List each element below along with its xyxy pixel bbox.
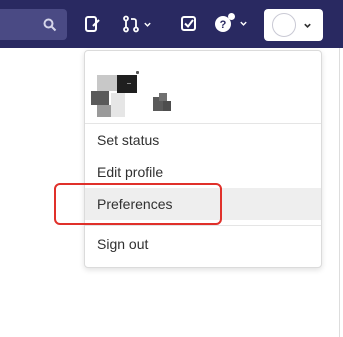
chevron-down-icon xyxy=(304,23,311,28)
search-box[interactable] xyxy=(0,9,67,40)
menu-item-set-status[interactable]: Set status xyxy=(85,124,321,156)
menu-item-label: Sign out xyxy=(97,236,149,252)
issues-button[interactable] xyxy=(180,12,198,36)
merge-request-icon xyxy=(123,15,139,33)
menu-item-sign-out[interactable]: Sign out xyxy=(85,228,321,260)
help-icon: ? xyxy=(215,13,235,32)
user-avatar-icon xyxy=(91,71,137,117)
content-edge xyxy=(339,48,340,337)
menu-item-edit-profile[interactable]: Edit profile xyxy=(85,156,321,188)
merge-requests-button[interactable] xyxy=(122,12,152,36)
menu-divider xyxy=(85,225,321,226)
chevron-down-icon xyxy=(240,21,247,26)
issues-check-icon xyxy=(181,16,196,31)
top-navbar: ? xyxy=(0,0,343,48)
user-mini-icon xyxy=(153,93,171,111)
todo-review-icon xyxy=(85,16,100,32)
review-button[interactable] xyxy=(84,12,102,36)
page: ? Set status Edit profile Preferences Si… xyxy=(0,0,343,337)
status-dot xyxy=(136,71,139,74)
menu-item-preferences[interactable]: Preferences xyxy=(85,188,321,220)
user-dropdown-menu: Set status Edit profile Preferences Sign… xyxy=(84,50,322,268)
search-icon xyxy=(43,18,57,32)
chevron-down-icon xyxy=(144,22,151,27)
svg-text:?: ? xyxy=(220,19,227,31)
menu-item-label: Set status xyxy=(97,132,160,148)
avatar xyxy=(272,13,296,37)
menu-item-label: Edit profile xyxy=(97,164,164,180)
help-button[interactable]: ? xyxy=(214,11,248,35)
menu-item-label: Preferences xyxy=(97,196,173,212)
user-menu-toggle[interactable] xyxy=(264,9,323,41)
